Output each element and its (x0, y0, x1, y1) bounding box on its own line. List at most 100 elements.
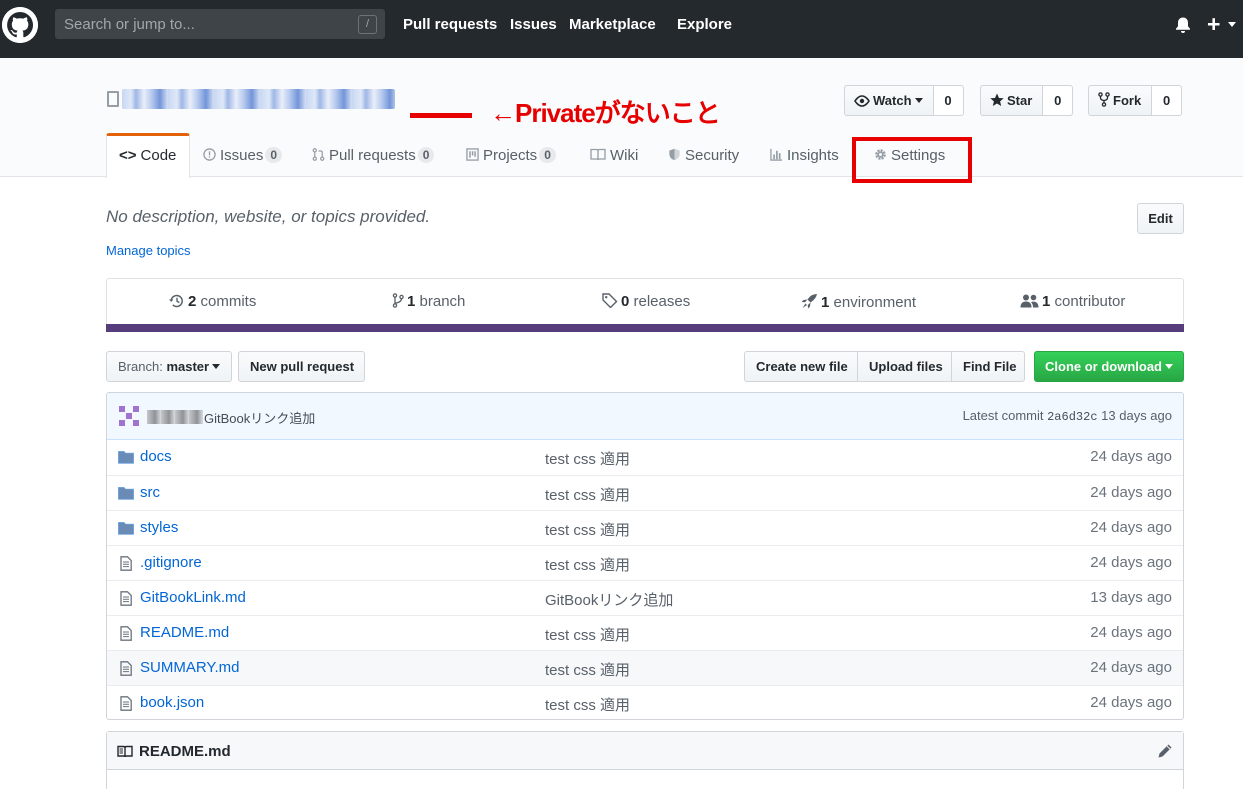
branch-select-button[interactable]: Branch: master (106, 351, 232, 382)
pencil-icon[interactable] (1157, 743, 1173, 759)
file-name-link[interactable]: src (140, 484, 160, 501)
readme-header: README.md (107, 732, 1183, 770)
project-icon (466, 148, 479, 161)
fork-button[interactable]: Fork (1088, 85, 1153, 116)
star-icon (990, 93, 1004, 106)
releases-link[interactable]: 0 releases (602, 293, 690, 310)
file-commit-message[interactable]: test css 適用 (545, 448, 630, 469)
file-commit-message[interactable]: test css 適用 (545, 519, 630, 540)
environment-label: environment (833, 294, 917, 311)
commits-link[interactable]: 2 commits (169, 293, 256, 310)
clone-or-download-button[interactable]: Clone or download (1034, 351, 1184, 382)
fork-icon (1098, 92, 1110, 107)
annotation-text: ←Privateがないこと (490, 98, 721, 128)
search-input[interactable] (55, 9, 385, 39)
watch-label: Watch (873, 93, 912, 108)
people-icon (1020, 294, 1039, 308)
commit-message[interactable]: GitBookリンク追加 (204, 408, 315, 427)
nav-marketplace[interactable]: Marketplace (569, 16, 656, 33)
file-name-link[interactable]: GitBookLink.md (140, 589, 246, 606)
file-name-link[interactable]: .gitignore (140, 554, 202, 571)
search-box: / (55, 9, 385, 39)
tab-issues-label: Issues (220, 147, 264, 164)
repo-icon (107, 91, 119, 107)
edit-button[interactable]: Edit (1137, 203, 1184, 234)
folder-icon (118, 487, 134, 500)
branches-link[interactable]: 1 branch (392, 293, 465, 310)
file-name-link[interactable]: README.md (140, 624, 229, 641)
folder-icon (118, 451, 134, 464)
star-group: Star 0 (980, 85, 1074, 116)
file-name-link[interactable]: SUMMARY.md (140, 659, 239, 676)
fork-label: Fork (1113, 93, 1142, 108)
caret-down-icon (212, 364, 221, 369)
tab-wiki[interactable]: Wiki (590, 133, 638, 177)
chevron-down-icon[interactable] (1228, 22, 1236, 27)
nav-pull-requests[interactable]: Pull requests (403, 16, 497, 33)
environments-link[interactable]: 1 environment (801, 293, 916, 311)
clone-label: Clone or download (1045, 359, 1162, 374)
tab-code-label: Code (140, 147, 177, 164)
author-redacted[interactable] (147, 410, 203, 424)
commit-age: 13 days ago (1101, 408, 1172, 423)
star-count[interactable]: 0 (1043, 85, 1074, 116)
file-icon (120, 661, 132, 676)
contributor-label: contributor (1054, 293, 1126, 310)
history-icon (169, 294, 183, 308)
github-logo-icon[interactable] (2, 7, 38, 43)
latest-commit-label: Latest commit (962, 408, 1044, 423)
tab-pull-requests[interactable]: Pull requests 0 (312, 133, 435, 177)
tab-projects[interactable]: Projects 0 (466, 133, 556, 177)
bell-icon[interactable] (1174, 16, 1192, 34)
new-pull-request-button[interactable]: New pull request (238, 351, 365, 382)
caret-down-icon (914, 98, 923, 103)
contributors-link[interactable]: 1 contributor (1020, 293, 1125, 310)
plus-icon[interactable]: + (1207, 11, 1220, 37)
readme-title: README.md (139, 743, 231, 760)
tab-security[interactable]: Security (668, 133, 739, 177)
fork-count[interactable]: 0 (1152, 85, 1183, 116)
avatar[interactable] (119, 406, 139, 426)
manage-topics-link[interactable]: Manage topics (106, 243, 191, 258)
file-commit-message[interactable]: test css 適用 (545, 624, 630, 645)
tab-issues[interactable]: Issues 0 (203, 133, 283, 177)
find-file-button[interactable]: Find File (951, 351, 1025, 382)
table-row: .gitignore test css 適用 24 days ago (107, 545, 1183, 580)
upload-files-button[interactable]: Upload files (857, 351, 952, 382)
file-name-link[interactable]: book.json (140, 694, 204, 711)
file-commit-message[interactable]: GitBookリンク追加 (545, 589, 673, 610)
nav-issues[interactable]: Issues (510, 16, 557, 33)
releases-count: 0 (621, 293, 630, 310)
branch-count: 1 (407, 293, 416, 310)
tab-insights[interactable]: Insights (770, 133, 839, 177)
tab-projects-label: Projects (483, 147, 538, 164)
file-name-link[interactable]: styles (140, 519, 178, 536)
readme-box: README.md (106, 731, 1184, 789)
tab-insights-label: Insights (787, 147, 839, 164)
file-commit-message[interactable]: test css 適用 (545, 554, 630, 575)
language-bar[interactable] (106, 324, 1184, 332)
nav-explore[interactable]: Explore (677, 16, 732, 33)
tab-code[interactable]: <> Code (106, 133, 190, 178)
file-commit-message[interactable]: test css 適用 (545, 484, 630, 505)
file-commit-message[interactable]: test css 適用 (545, 659, 630, 680)
graph-icon (770, 148, 783, 161)
annotation-line (410, 113, 472, 118)
tab-wiki-label: Wiki (610, 147, 639, 164)
branch-prefix: Branch: (118, 359, 163, 374)
file-commit-message[interactable]: test css 適用 (545, 694, 630, 715)
table-row: book.json test css 適用 24 days ago (107, 685, 1183, 719)
code-icon: <> (119, 147, 137, 164)
environment-count: 1 (821, 294, 830, 311)
watch-count[interactable]: 0 (933, 85, 964, 116)
file-name-link[interactable]: docs (140, 448, 172, 465)
file-age: 24 days ago (1090, 554, 1172, 571)
repo-name-redacted[interactable] (122, 89, 395, 109)
commit-sha[interactable]: 2a6d32c (1047, 410, 1097, 424)
create-new-file-button[interactable]: Create new file (744, 351, 858, 382)
commits-label: commits (200, 293, 257, 310)
contributor-count: 1 (1042, 293, 1051, 310)
watch-button[interactable]: Watch (844, 85, 934, 116)
star-button[interactable]: Star (980, 85, 1044, 116)
star-label: Star (1007, 93, 1033, 108)
